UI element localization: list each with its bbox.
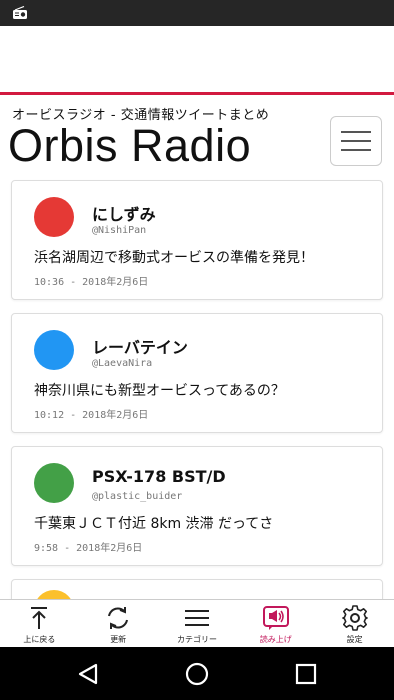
speak-icon [262, 606, 289, 630]
avatar [34, 197, 74, 237]
tweet-timestamp: 10:36 - 2018年2月6日 [34, 277, 149, 288]
tab-category[interactable]: カテゴリー [158, 600, 237, 647]
radio-icon [13, 6, 27, 19]
status-bar [0, 0, 394, 26]
tab-read-aloud[interactable]: 読み上げ [236, 600, 315, 647]
tweet-feed[interactable]: にしずみ @NishiPan 浜名湖周辺で移動式オービスの準備を発見！ 10:3… [0, 172, 394, 600]
tab-label: カテゴリー [176, 635, 217, 644]
tweet-author-handle: @NishiPan [92, 225, 147, 236]
gear-icon [341, 605, 368, 631]
tweet-card[interactable] [11, 579, 383, 600]
tweet-author-handle: @plastic_buider [92, 491, 183, 502]
system-navigation-bar [0, 647, 394, 700]
back-triangle-icon[interactable] [76, 662, 100, 686]
tab-label: 読み上げ [259, 635, 292, 644]
tab-settings[interactable]: 設定 [315, 600, 394, 647]
tab-refresh[interactable]: 更新 [79, 600, 158, 647]
hamburger-menu-icon [341, 131, 371, 151]
avatar [34, 463, 74, 503]
tweet-author-name: PSX-178 BST/D [92, 467, 226, 486]
tab-label: 上に戻る [23, 635, 56, 644]
tweet-text: 千葉東ＪＣＴ付近 8km 渋滞 だってさ [34, 516, 274, 532]
avatar [34, 330, 74, 370]
tweet-card[interactable]: PSX-178 BST/D @plastic_buider 千葉東ＪＣＴ付近 8… [11, 446, 383, 566]
home-circle-icon[interactable] [185, 662, 209, 686]
tweet-author-name: レーバテイン [92, 338, 188, 357]
arrow-up-to-top-icon [31, 607, 48, 629]
recents-square-icon[interactable] [294, 662, 318, 686]
bottom-toolbar: 上に戻る 更新 カテゴリー 読み上げ 設定 [0, 599, 394, 647]
tab-scroll-top[interactable]: 上に戻る [0, 600, 79, 647]
tweet-card[interactable]: レーバテイン @LaevaNira 神奈川県にも新型オービスってあるの？ 10:… [11, 313, 383, 433]
tab-label: 設定 [346, 635, 363, 644]
tweet-timestamp: 9:58 - 2018年2月6日 [34, 543, 143, 554]
header-space [0, 26, 394, 92]
tweet-card[interactable]: にしずみ @NishiPan 浜名湖周辺で移動式オービスの準備を発見！ 10:3… [11, 180, 383, 300]
refresh-icon [108, 607, 129, 629]
tweet-author-name: にしずみ [92, 205, 156, 224]
tweet-author-handle: @LaevaNira [92, 358, 153, 369]
list-icon [184, 610, 209, 626]
tab-label: 更新 [110, 635, 127, 644]
menu-button[interactable] [330, 116, 382, 166]
tweet-timestamp: 10:12 - 2018年2月6日 [34, 410, 149, 421]
app-title: Orbis Radio [8, 120, 252, 171]
accent-rule [0, 92, 394, 95]
tweet-text: 神奈川県にも新型オービスってあるの？ [34, 383, 285, 399]
tweet-text: 浜名湖周辺で移動式オービスの準備を発見！ [34, 250, 314, 266]
